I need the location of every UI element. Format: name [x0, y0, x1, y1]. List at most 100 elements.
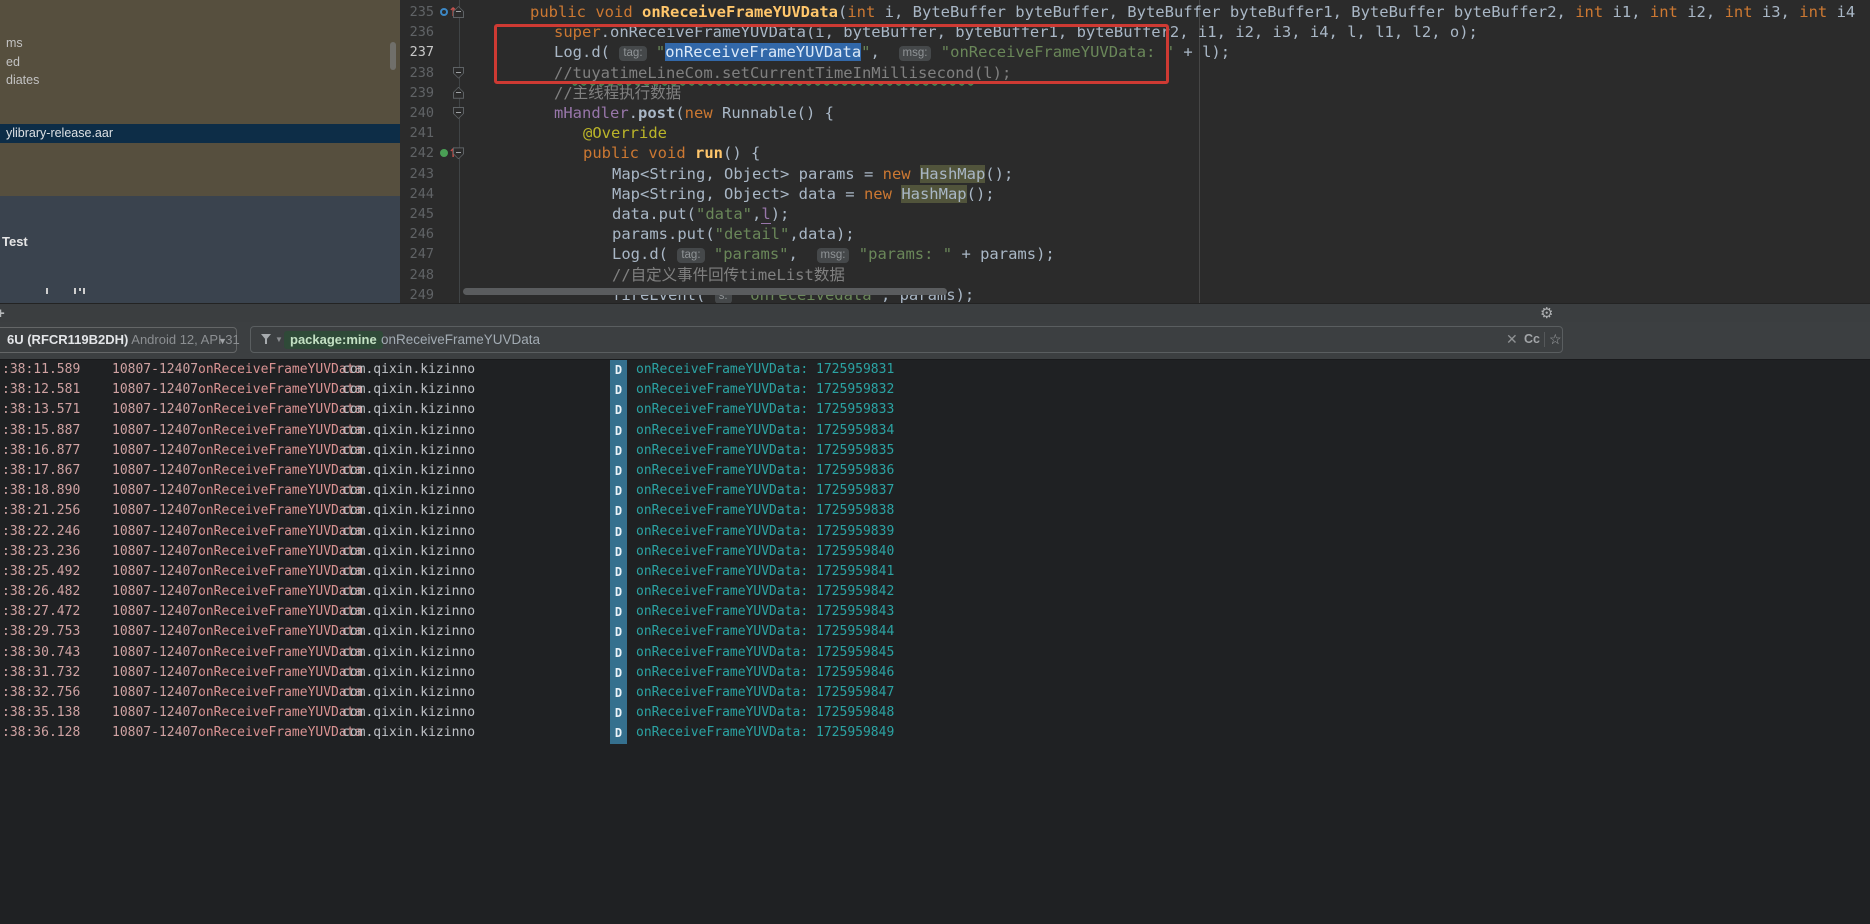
log-level-badge: D [610, 602, 627, 622]
log-cell: :38:30.743 [2, 643, 80, 663]
log-cell: com.qixin.kizinno [342, 723, 475, 743]
code-line-248[interactable]: //自定义事件回传timeList数据 [612, 265, 845, 285]
log-row[interactable]: :38:17.86710807-12407onReceiveFrameYUVDa… [0, 461, 1870, 481]
log-cell: 10807-12407 [112, 622, 198, 642]
log-row[interactable]: :38:25.49210807-12407onReceiveFrameYUVDa… [0, 562, 1870, 582]
code-line-245[interactable]: data.put("data",l); [612, 204, 789, 224]
fold-marker-icon[interactable] [453, 147, 464, 159]
project-tree-background [0, 0, 400, 196]
tree-item[interactable]: diates [6, 71, 39, 89]
log-cell: onReceiveFrameYUVData [198, 703, 362, 723]
log-cell: onReceiveFrameYUVData: 1725959847 [636, 683, 894, 703]
log-cell: com.qixin.kizinno [342, 643, 475, 663]
log-cell: onReceiveFrameYUVData: 1725959837 [636, 481, 894, 501]
match-case-button[interactable]: Cc [1524, 327, 1540, 352]
override-method-icon[interactable] [440, 8, 448, 16]
add-tab-icon[interactable]: + [0, 305, 5, 322]
log-cell: onReceiveFrameYUVData [198, 501, 362, 521]
log-row[interactable]: :38:30.74310807-12407onReceiveFrameYUVDa… [0, 643, 1870, 663]
log-level-badge: D [610, 501, 627, 521]
settings-gear-icon[interactable]: ⚙ [1540, 304, 1553, 322]
log-cell: com.qixin.kizinno [342, 663, 475, 683]
clear-filter-icon[interactable]: ✕ [1506, 327, 1518, 352]
log-cell: onReceiveFrameYUVData [198, 663, 362, 683]
log-cell: :38:12.581 [2, 380, 80, 400]
filter-query-text[interactable]: onReceiveFrameYUVData [381, 327, 540, 352]
log-row[interactable]: :38:13.57110807-12407onReceiveFrameYUVDa… [0, 400, 1870, 420]
fold-marker-icon[interactable] [453, 6, 464, 18]
log-cell: onReceiveFrameYUVData: 1725959834 [636, 421, 894, 441]
log-row[interactable]: :38:31.73210807-12407onReceiveFrameYUVDa… [0, 663, 1870, 683]
ide-window: mseddiates ylibrary-release.aar Test 235… [0, 0, 1870, 924]
log-level-badge: D [610, 421, 627, 441]
log-row[interactable]: :38:36.12810807-12407onReceiveFrameYUVDa… [0, 723, 1870, 743]
log-cell: onReceiveFrameYUVData: 1725959839 [636, 522, 894, 542]
log-cell: :38:31.732 [2, 663, 80, 683]
log-cell: onReceiveFrameYUVData [198, 562, 362, 582]
log-cell: onReceiveFrameYUVData [198, 421, 362, 441]
editor-horizontal-scrollbar[interactable] [463, 288, 947, 295]
tree-item[interactable]: ed [6, 53, 20, 71]
device-selector[interactable]: 6U (RFCR119B2DH) Android 12, API 31 ▼ [0, 327, 237, 353]
tree-item-test[interactable]: Test [2, 234, 28, 249]
log-cell: onReceiveFrameYUVData [198, 542, 362, 562]
code-line-247[interactable]: Log.d( tag: "params", msg: "params: " + … [612, 244, 1055, 264]
code-line-238[interactable]: //tuyatimeLineCom.setCurrentTimeInMillis… [554, 63, 1011, 83]
fold-marker-icon[interactable] [453, 87, 464, 99]
log-cell: 10807-12407 [112, 501, 198, 521]
log-cell: onReceiveFrameYUVData: 1725959845 [636, 643, 894, 663]
project-scrollbar[interactable] [390, 42, 396, 70]
log-row[interactable]: :38:35.13810807-12407onReceiveFrameYUVDa… [0, 703, 1870, 723]
code-line-236[interactable]: super.onReceiveFrameYUVData(i, byteBuffe… [554, 22, 1478, 42]
filter-caret-icon[interactable]: ▼ [275, 327, 283, 352]
log-row[interactable]: :38:26.48210807-12407onReceiveFrameYUVDa… [0, 582, 1870, 602]
selected-tree-item[interactable]: ylibrary-release.aar [0, 124, 400, 143]
log-cell: 10807-12407 [112, 360, 198, 380]
log-row[interactable]: :38:11.58910807-12407onReceiveFrameYUVDa… [0, 360, 1870, 380]
line-number: 240 [400, 103, 434, 123]
log-cell: onReceiveFrameYUVData: 1725959849 [636, 723, 894, 743]
log-list[interactable]: :38:11.58910807-12407onReceiveFrameYUVDa… [0, 360, 1870, 924]
log-row[interactable]: :38:23.23610807-12407onReceiveFrameYUVDa… [0, 542, 1870, 562]
tree-item[interactable]: ms [6, 34, 23, 52]
code-line-243[interactable]: Map<String, Object> params = new HashMap… [612, 164, 1013, 184]
log-row[interactable]: :38:29.75310807-12407onReceiveFrameYUVDa… [0, 622, 1870, 642]
log-cell: onReceiveFrameYUVData: 1725959848 [636, 703, 894, 723]
fold-marker-icon[interactable] [453, 107, 464, 119]
filter-chip-package-mine[interactable]: package:mine [284, 331, 383, 349]
code-editor[interactable]: 235↑236237238239240241242↑24324424524624… [400, 0, 1870, 303]
favorite-star-icon[interactable]: ☆ [1549, 327, 1562, 352]
log-level-badge: D [610, 643, 627, 663]
log-row[interactable]: :38:15.88710807-12407onReceiveFrameYUVDa… [0, 421, 1870, 441]
device-name: 6U (RFCR119B2DH) [7, 332, 128, 347]
logcat-filter-input[interactable]: ▼ package:mine onReceiveFrameYUVData ✕ C… [250, 326, 1563, 353]
log-cell: 10807-12407 [112, 522, 198, 542]
override-method-icon[interactable] [440, 149, 448, 157]
log-row[interactable]: :38:27.47210807-12407onReceiveFrameYUVDa… [0, 602, 1870, 622]
log-row[interactable]: :38:12.58110807-12407onReceiveFrameYUVDa… [0, 380, 1870, 400]
log-row[interactable]: :38:32.75610807-12407onReceiveFrameYUVDa… [0, 683, 1870, 703]
code-line-244[interactable]: Map<String, Object> data = new HashMap()… [612, 184, 995, 204]
code-line-239[interactable]: //主线程执行数据 [554, 83, 681, 103]
log-row[interactable]: :38:22.24610807-12407onReceiveFrameYUVDa… [0, 522, 1870, 542]
log-cell: 10807-12407 [112, 421, 198, 441]
log-cell: onReceiveFrameYUVData: 1725959843 [636, 602, 894, 622]
code-line-241[interactable]: @Override [583, 123, 667, 143]
log-cell: :38:17.867 [2, 461, 80, 481]
code-line-235[interactable]: public void onReceiveFrameYUVData(int i,… [530, 2, 1855, 22]
log-row[interactable]: :38:21.25610807-12407onReceiveFrameYUVDa… [0, 501, 1870, 521]
log-cell: 10807-12407 [112, 542, 198, 562]
log-row[interactable]: :38:18.89010807-12407onReceiveFrameYUVDa… [0, 481, 1870, 501]
code-line-242[interactable]: public void run() { [583, 143, 760, 163]
code-line-240[interactable]: mHandler.post(new Runnable() { [554, 103, 834, 123]
log-cell: 10807-12407 [112, 400, 198, 420]
code-line-246[interactable]: params.put("detail",data); [612, 224, 855, 244]
log-cell: com.qixin.kizinno [342, 582, 475, 602]
log-level-badge: D [610, 703, 627, 723]
log-cell: :38:32.756 [2, 683, 80, 703]
log-row[interactable]: :38:16.87710807-12407onReceiveFrameYUVDa… [0, 441, 1870, 461]
chevron-down-icon[interactable]: ▼ [218, 329, 227, 353]
line-number: 237 [400, 42, 434, 62]
code-line-237[interactable]: Log.d( tag: "onReceiveFrameYUVData", msg… [554, 42, 1230, 62]
fold-marker-icon[interactable] [453, 67, 464, 79]
